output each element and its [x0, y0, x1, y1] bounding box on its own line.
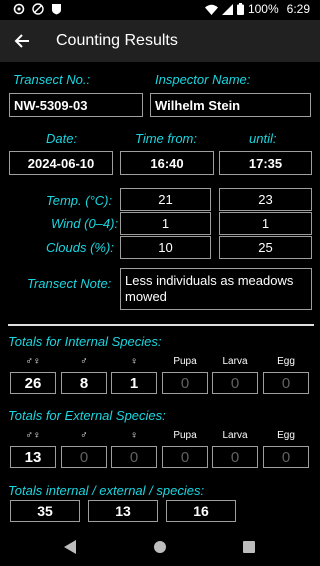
time-from-field[interactable]: 16:40 [120, 151, 214, 175]
internal-egg-count: 0 [263, 372, 309, 394]
internal-larva-count: 0 [212, 372, 258, 394]
wifi-icon [204, 4, 218, 15]
internal-female-count: 1 [111, 372, 157, 394]
shield-icon [52, 4, 61, 15]
battery-percentage: 100% [247, 2, 279, 16]
nav-recents-icon[interactable] [243, 541, 255, 553]
page-title: Counting Results [56, 32, 178, 49]
clouds-start-field[interactable]: 10 [120, 236, 211, 259]
column-header-male: ♂ [80, 356, 88, 367]
internal-species-title: Totals for Internal Species: [8, 334, 162, 349]
column-header-pupa: Pupa [173, 430, 197, 441]
system-navigation-bar [0, 530, 320, 566]
temperature-start-field[interactable]: 21 [120, 188, 211, 211]
column-header-male-female: ♂♀ [25, 430, 41, 441]
wind-end-field[interactable]: 1 [219, 212, 312, 235]
column-header-egg: Egg [277, 430, 295, 441]
inspector-name-label: Inspector Name: [155, 72, 251, 87]
external-species-title: Totals for External Species: [8, 408, 166, 423]
status-icons-left [13, 3, 62, 15]
nav-home-icon[interactable] [154, 541, 166, 553]
until-field[interactable]: 17:35 [219, 151, 312, 175]
date-label: Date: [46, 131, 78, 146]
nav-back-icon[interactable] [64, 540, 76, 554]
signal-icon [221, 3, 233, 15]
total-internal-count: 35 [10, 500, 80, 522]
column-header-larva: Larva [222, 430, 248, 441]
grand-totals-title: Totals internal / external / species: [8, 483, 205, 498]
battery-icon [236, 3, 244, 15]
wind-start-field[interactable]: 1 [120, 212, 211, 235]
external-egg-count: 0 [263, 446, 309, 468]
transect-note-field[interactable]: Less individuals as meadows mowed [120, 268, 312, 310]
settings-gear-icon [13, 3, 25, 15]
transect-number-field[interactable]: NW-5309-03 [9, 93, 143, 117]
external-larva-count: 0 [212, 446, 258, 468]
date-field[interactable]: 2024-06-10 [9, 151, 113, 175]
column-header-male: ♂ [80, 430, 88, 441]
internal-pupa-count: 0 [162, 372, 208, 394]
internal-male-count: 8 [61, 372, 107, 394]
column-header-male-female: ♂♀ [25, 356, 41, 367]
column-header-female: ♀ [130, 430, 138, 441]
temperature-end-field[interactable]: 23 [219, 188, 312, 211]
external-female-count: 0 [111, 446, 157, 468]
external-male-female-count: 13 [10, 446, 56, 468]
time-from-label: Time from: [135, 131, 197, 146]
back-button[interactable] [10, 29, 34, 53]
clock: 6:29 [286, 2, 310, 16]
total-species-count: 16 [166, 500, 236, 522]
do-not-disturb-icon [32, 3, 44, 15]
section-divider [8, 324, 314, 326]
column-header-egg: Egg [277, 356, 295, 367]
arrow-back-icon [14, 34, 29, 48]
internal-male-female-count: 26 [10, 372, 56, 394]
until-label: until: [249, 131, 277, 146]
external-pupa-count: 0 [162, 446, 208, 468]
temperature-label: Temp. (°C): [46, 193, 113, 208]
wind-label: Wind (0–4): [51, 216, 119, 231]
status-icons-right: 100% 6:29 [204, 2, 310, 16]
app-bar: Counting Results [0, 20, 320, 62]
inspector-name-field[interactable]: Wilhelm Stein [150, 93, 311, 117]
column-header-pupa: Pupa [173, 356, 197, 367]
total-external-count: 13 [88, 500, 158, 522]
transect-number-label: Transect No.: [13, 72, 91, 87]
column-header-larva: Larva [222, 356, 248, 367]
transect-note-label: Transect Note: [27, 276, 112, 291]
clouds-label: Clouds (%): [46, 240, 114, 255]
external-male-count: 0 [61, 446, 107, 468]
clouds-end-field[interactable]: 25 [219, 236, 312, 259]
status-bar: 100% 6:29 [0, 0, 320, 20]
column-header-female: ♀ [130, 356, 138, 367]
